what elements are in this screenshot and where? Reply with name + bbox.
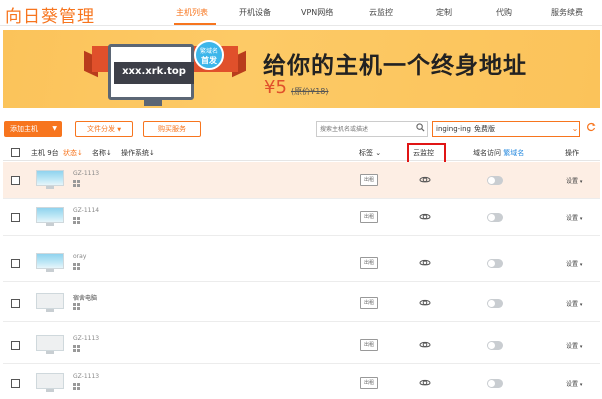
domain-access-toggle[interactable] (487, 299, 503, 308)
chevron-down-icon: ▼ (52, 125, 57, 132)
settings-dropdown[interactable]: 设置 ▾ (566, 259, 582, 268)
domain-access-toggle[interactable] (487, 213, 503, 222)
nav-cloud-monitor[interactable]: 云监控 (369, 7, 393, 18)
settings-dropdown[interactable]: 设置 ▾ (566, 379, 582, 388)
monitor-stand (144, 100, 162, 106)
file-share-label: 文件分发 (86, 125, 115, 133)
table-row[interactable] (3, 327, 600, 364)
rent-tag-button[interactable]: 出租 (360, 297, 378, 309)
settings-dropdown[interactable]: 设置 ▾ (566, 176, 582, 185)
badge-line2: 首发 (201, 56, 217, 65)
file-share-button[interactable]: 文件分发 ▼ (75, 121, 133, 137)
cloud-monitor-eye-icon[interactable] (418, 296, 432, 308)
host-thumbnail (36, 335, 64, 355)
cloud-monitor-eye-icon[interactable] (418, 376, 432, 388)
windows-icon (73, 383, 80, 390)
rent-tag-button[interactable]: 出租 (360, 377, 378, 389)
col-status-sort[interactable]: 状态↓ (63, 148, 83, 158)
account-level: 免费版 (474, 125, 495, 133)
add-host-label: 添加主机 (10, 125, 38, 133)
chevron-down-icon[interactable]: ⌄ (569, 121, 581, 137)
row-checkbox[interactable] (11, 259, 20, 268)
host-thumbnail (36, 207, 64, 227)
account-name: inging-ing (436, 125, 471, 133)
search-icon[interactable] (416, 123, 425, 135)
buy-service-button[interactable]: 购买服务 (143, 121, 201, 137)
col-tag-filter[interactable]: 标签 ⌄ (359, 148, 381, 158)
cloud-monitor-eye-icon[interactable] (418, 338, 432, 350)
row-checkbox[interactable] (11, 379, 20, 388)
host-name[interactable]: 宿舍电脑 (73, 293, 97, 302)
host-name[interactable]: oray (73, 253, 86, 260)
host-name[interactable]: GZ-1114 (73, 207, 99, 214)
table-row[interactable] (3, 365, 600, 399)
cloud-monitor-eye-icon[interactable] (418, 173, 432, 185)
col-actions: 操作 (565, 149, 579, 157)
settings-dropdown[interactable]: 设置 ▾ (566, 213, 582, 222)
col-host-count: 主机 9台 (31, 149, 59, 157)
nav-custom[interactable]: 定制 (436, 7, 452, 18)
nav-active-indicator (174, 23, 216, 25)
windows-icon (73, 303, 80, 310)
windows-icon (73, 263, 80, 270)
host-thumbnail (36, 373, 64, 393)
chevron-down-icon: ▼ (117, 127, 122, 133)
nav-renew[interactable]: 服务续费 (551, 7, 583, 18)
domain-access-toggle[interactable] (487, 176, 503, 185)
host-thumbnail (36, 170, 64, 190)
table-row[interactable] (3, 162, 600, 199)
rent-tag-button[interactable]: 出租 (360, 211, 378, 223)
cloud-monitor-eye-icon[interactable] (418, 210, 432, 222)
windows-icon (73, 345, 80, 352)
row-checkbox[interactable] (11, 213, 20, 222)
row-checkbox[interactable] (11, 176, 20, 185)
windows-icon (73, 180, 80, 187)
table-row[interactable] (3, 285, 600, 322)
host-name[interactable]: GZ-1113 (73, 373, 99, 380)
search-box (316, 121, 428, 137)
domain-access-toggle[interactable] (487, 259, 503, 268)
app-logo[interactable]: 向日葵管理 (5, 2, 95, 27)
row-checkbox[interactable] (11, 341, 20, 350)
badge-line1: 繁域名 (199, 48, 218, 55)
settings-dropdown[interactable]: 设置 ▾ (566, 299, 582, 308)
row-checkbox[interactable] (11, 299, 20, 308)
nav-host-list[interactable]: 主机列表 (176, 7, 208, 18)
table-row[interactable] (3, 199, 600, 236)
banner-slogan: 给你的主机一个终身地址 (263, 53, 527, 79)
refresh-icon[interactable] (586, 121, 596, 137)
windows-icon (73, 217, 80, 224)
col-os-sort[interactable]: 操作系统↓ (121, 148, 155, 158)
banner-domain: xxx.xrk.top (122, 66, 186, 77)
domain-link[interactable]: 繁域名 (503, 149, 524, 157)
host-thumbnail (36, 293, 64, 313)
rent-tag-button[interactable]: 出租 (360, 339, 378, 351)
domain-access-toggle[interactable] (487, 379, 503, 388)
settings-dropdown[interactable]: 设置 ▾ (566, 341, 582, 350)
account-select[interactable]: inging-ing 免费版 (432, 121, 580, 137)
cloud-monitor-eye-icon[interactable] (418, 256, 432, 268)
col-name-sort[interactable]: 名称↓ (92, 148, 112, 158)
select-all-checkbox[interactable] (11, 148, 20, 157)
col-domain-access: 域名访问 繁域名 (473, 149, 525, 157)
table-row[interactable] (3, 245, 600, 282)
rent-tag-button[interactable]: 出租 (360, 174, 378, 186)
nav-boot-devices[interactable]: 开机设备 (239, 7, 271, 18)
host-name[interactable]: GZ-1113 (73, 170, 99, 177)
banner-original-price: (原价¥18) (291, 87, 329, 96)
add-host-button[interactable]: 添加主机 ▼ (4, 121, 62, 137)
rent-tag-button[interactable]: 出租 (360, 257, 378, 269)
banner-price: ¥5 (264, 77, 287, 98)
search-input[interactable] (320, 124, 412, 135)
nav-purchase[interactable]: 代购 (496, 7, 512, 18)
domain-access-toggle[interactable] (487, 341, 503, 350)
host-thumbnail (36, 253, 64, 273)
nav-vpn[interactable]: VPN网络 (301, 7, 333, 18)
host-name[interactable]: GZ-1113 (73, 335, 99, 342)
